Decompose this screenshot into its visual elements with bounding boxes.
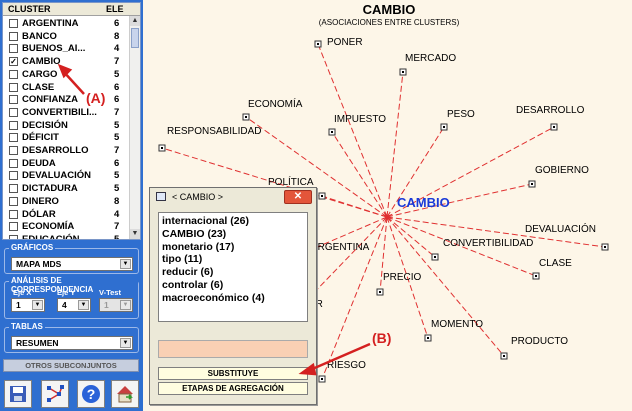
annotation-b: (B) <box>372 330 392 346</box>
annotation-layer <box>57 63 371 376</box>
annotation-a: (A) <box>86 90 106 106</box>
app-window: CLUSTER ELE ARGENTINA 6 BANCO 8 BUENOS_AI...… <box>0 0 632 411</box>
